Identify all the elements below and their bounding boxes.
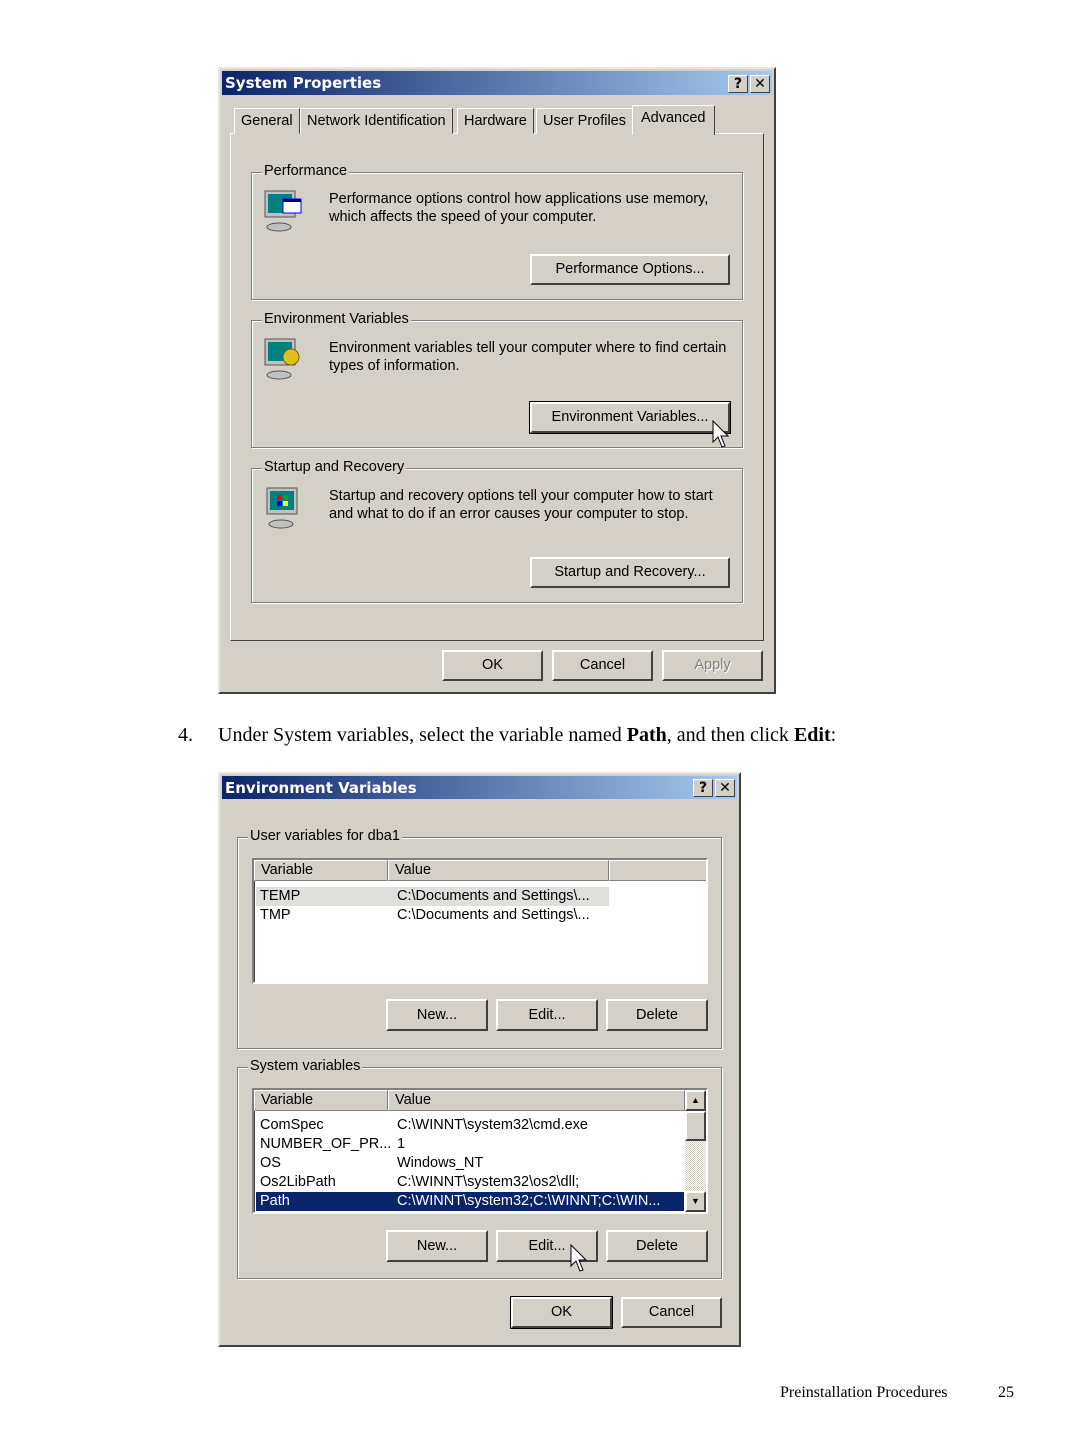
footer-section-title: Preinstallation Procedures (780, 1384, 948, 1401)
row-variable: OS (260, 1155, 281, 1171)
tab-user-profiles[interactable]: User Profiles (536, 108, 633, 134)
close-button[interactable]: ✕ (715, 779, 735, 797)
table-row[interactable]: OS Windows_NT (256, 1154, 684, 1173)
system-variables-label: System variables (248, 1058, 363, 1074)
row-value: Windows_NT (397, 1155, 484, 1171)
ok-button[interactable]: OK (442, 650, 543, 681)
performance-label: Performance (262, 163, 350, 179)
dialog-title: Environment Variables (225, 779, 417, 797)
system-variables-list[interactable]: Variable Value ComSpec C:\WINNT\system32\… (252, 1088, 708, 1214)
help-button[interactable]: ? (693, 779, 713, 797)
step-instruction: Under System variables, select the varia… (218, 724, 836, 747)
table-row[interactable]: NUMBER_OF_PR... 1 (256, 1135, 684, 1154)
table-row[interactable]: TMP C:\Documents and Settings\... (256, 906, 609, 925)
column-header-value[interactable]: Value (388, 1090, 685, 1111)
cancel-button[interactable]: Cancel (552, 650, 653, 681)
dialog-title: System Properties (225, 74, 382, 92)
environment-variables-button[interactable]: Environment Variables... (529, 401, 731, 434)
column-header-blank (609, 860, 706, 881)
apply-button[interactable]: Apply (662, 650, 763, 681)
row-value: C:\Documents and Settings\... (397, 888, 590, 904)
user-variables-label: User variables for dba1 (248, 828, 402, 844)
tab-advanced[interactable]: Advanced (632, 105, 715, 135)
page-number: 25 (998, 1384, 1014, 1401)
tab-hardware[interactable]: Hardware (457, 108, 534, 134)
row-value: C:\WINNT\system32;C:\WINNT;C:\WIN... (397, 1193, 661, 1209)
table-row-selected[interactable]: Path C:\WINNT\system32;C:\WINNT;C:\WIN... (256, 1192, 684, 1211)
row-variable: TMP (260, 907, 291, 923)
row-value: 1 (397, 1136, 406, 1152)
system-delete-button[interactable]: Delete (606, 1230, 708, 1262)
performance-description: Performance options control how applicat… (329, 191, 709, 225)
mouse-cursor-icon (712, 420, 730, 448)
system-new-button[interactable]: New... (386, 1230, 488, 1262)
table-row[interactable]: TEMP C:\Documents and Settings\... (256, 887, 609, 906)
close-button[interactable]: ✕ (750, 75, 770, 93)
step-text-2: , and then click (666, 724, 794, 746)
row-variable: NUMBER_OF_PR... (260, 1136, 392, 1152)
row-variable: ComSpec (260, 1117, 324, 1133)
step-text-1: Under System variables, select the varia… (218, 724, 627, 746)
env-cancel-button[interactable]: Cancel (621, 1297, 722, 1328)
startup-recovery-label: Startup and Recovery (262, 459, 407, 475)
table-row[interactable]: ComSpec C:\WINNT\system32\cmd.exe (256, 1116, 684, 1135)
column-header-variable[interactable]: Variable (254, 860, 388, 881)
startup-recovery-icon (266, 487, 298, 529)
step-text-3: : (830, 724, 837, 746)
row-variable: TEMP (260, 888, 301, 904)
row-variable: Path (260, 1193, 290, 1209)
scroll-down-button[interactable]: ▼ (685, 1191, 706, 1212)
title-bar: Environment Variables ? ✕ (222, 776, 737, 799)
user-edit-button[interactable]: Edit... (496, 999, 598, 1031)
user-delete-button[interactable]: Delete (606, 999, 708, 1031)
row-value: C:\WINNT\system32\cmd.exe (397, 1117, 588, 1133)
tab-general[interactable]: General (234, 108, 300, 134)
step-bold-edit: Edit (793, 724, 831, 746)
scroll-up-button[interactable]: ▲ (685, 1090, 706, 1111)
tab-network-identification[interactable]: Network Identification (300, 108, 453, 134)
startup-recovery-description: Startup and recovery options tell your c… (329, 488, 713, 522)
step-number: 4. (178, 724, 193, 746)
mouse-cursor-icon (570, 1244, 588, 1272)
row-value: C:\Documents and Settings\... (397, 907, 590, 923)
scroll-thumb[interactable] (685, 1111, 706, 1141)
environment-label: Environment Variables (262, 311, 411, 327)
scrollbar[interactable]: ▲ ▼ (685, 1090, 706, 1212)
user-variables-list[interactable]: Variable Value TEMP C:\Documents and Sett… (252, 858, 708, 984)
startup-recovery-button[interactable]: Startup and Recovery... (530, 557, 730, 588)
user-new-button[interactable]: New... (386, 999, 488, 1031)
performance-monitor-icon (264, 190, 302, 232)
table-row[interactable]: Os2LibPath C:\WINNT\system32\os2\dll; (256, 1173, 684, 1192)
performance-options-button[interactable]: Performance Options... (530, 254, 730, 285)
row-value: C:\WINNT\system32\os2\dll; (397, 1174, 580, 1190)
title-bar: System Properties ? ✕ (222, 71, 772, 95)
environment-variables-icon (264, 338, 300, 380)
environment-description: Environment variables tell your computer… (329, 340, 727, 374)
help-button[interactable]: ? (728, 75, 748, 93)
column-header-value[interactable]: Value (388, 860, 609, 881)
step-bold-path: Path (626, 724, 667, 746)
env-ok-button[interactable]: OK (510, 1296, 613, 1329)
row-variable: Os2LibPath (260, 1174, 336, 1190)
column-header-variable[interactable]: Variable (254, 1090, 388, 1111)
